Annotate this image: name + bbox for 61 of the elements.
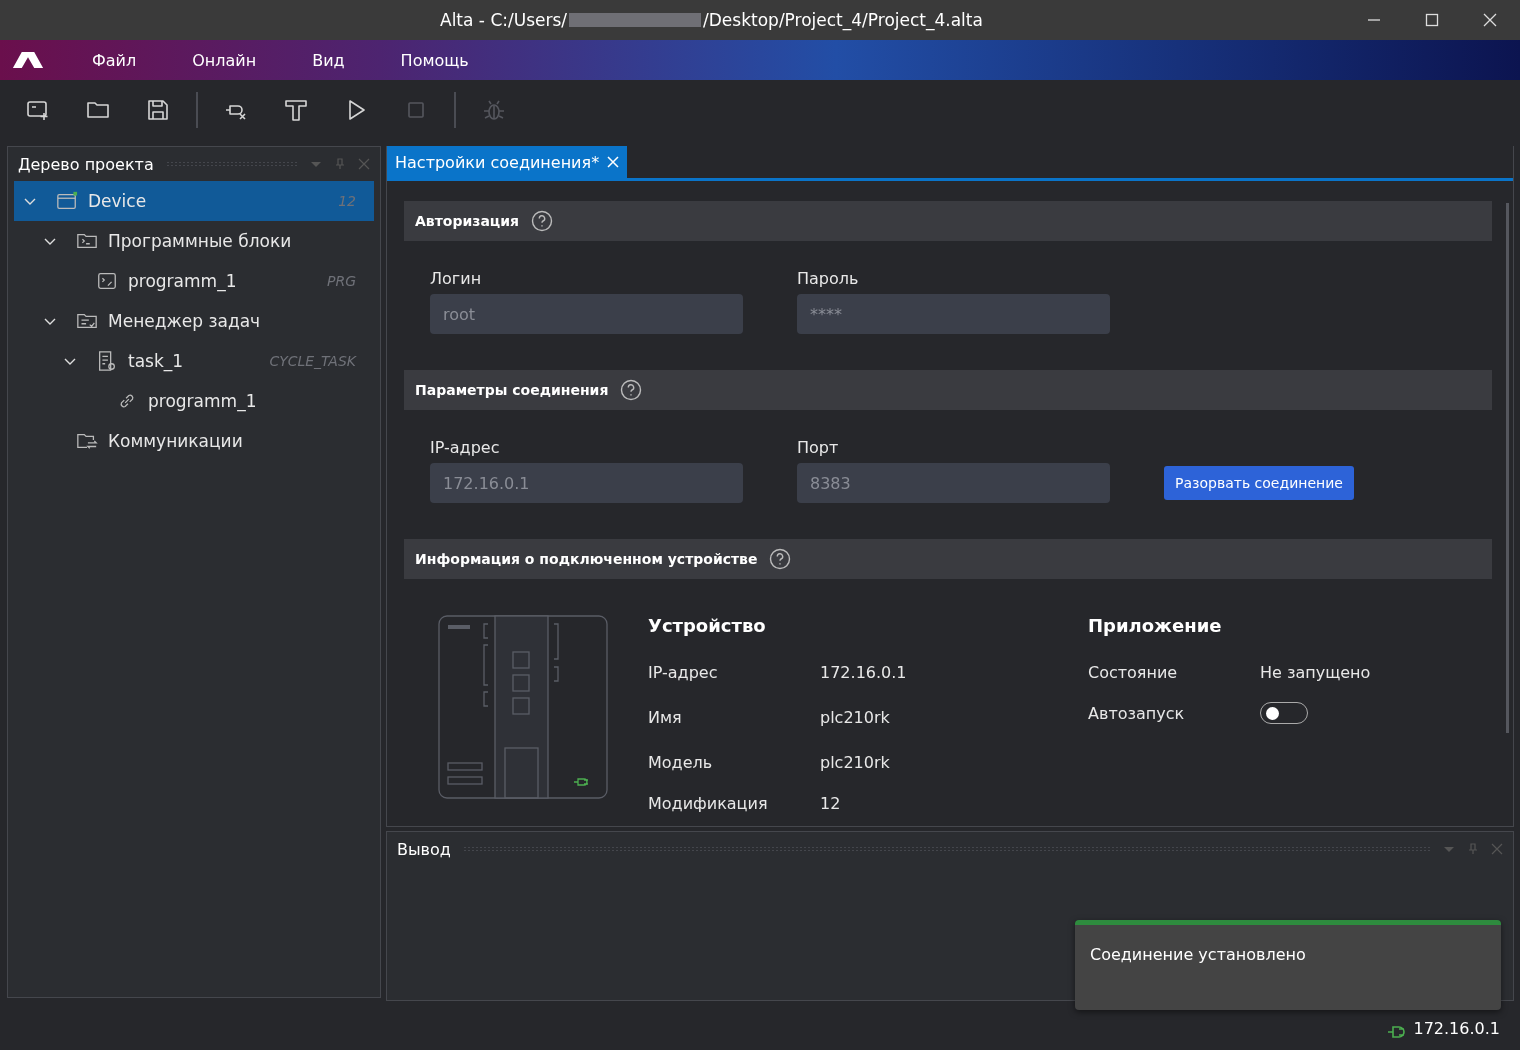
tree-item[interactable]: programm_1 PRG [14,261,374,301]
tree-item-label: Коммуникации [108,431,244,451]
info-heading: Устройство [648,615,767,636]
info-heading: Приложение [1088,615,1223,636]
tree-item-tag: PRG [326,273,356,289]
section-title: Авторизация [415,213,519,229]
tree-item-tag: CYCLE_TASK [269,353,356,369]
code-file-icon [96,270,118,292]
help-icon[interactable] [531,210,553,232]
field-label: Логин [430,269,483,288]
tree-item[interactable]: Менеджер задач [14,301,374,341]
info-label: Модель [648,753,714,772]
tree-item[interactable]: programm_1 [14,381,374,421]
tree-item-label: Менеджер задач [108,311,262,331]
section-title: Параметры соединения [415,382,609,398]
device-icon [56,190,78,212]
tree-item-label: task_1 [128,351,185,371]
new-file-icon[interactable] [26,98,50,122]
scrollbar[interactable] [1506,203,1509,733]
info-value: Не запущено [1260,663,1371,682]
help-icon[interactable] [620,379,643,401]
logo-icon [12,52,44,68]
tree-item-label: programm_1 [148,391,258,411]
editor-tab[interactable]: Настройки соединения* [387,146,628,178]
info-label: Имя [648,708,683,727]
info-value: plc210rk [820,753,890,772]
menu-item[interactable]: Помощь [400,50,469,70]
maximize-icon[interactable] [1424,12,1440,28]
status-address: 172.16.0.1 [1413,1019,1500,1038]
task-file-icon [96,350,118,372]
panel-title: Дерево проекта [18,154,154,174]
section-title: Информация о подключенном устройстве [415,551,758,567]
tree-item-label: Device [88,191,148,211]
field-label: Порт [797,438,840,457]
info-label: Состояние [1088,663,1179,682]
panel-title: Вывод [397,839,451,859]
window-title: Alta - C:/Users/ [440,10,568,30]
tree-item[interactable]: Программные блоки [14,221,374,261]
info-label: Модификация [648,793,769,813]
info-label: Автозапуск [1088,703,1186,723]
plug-icon [1387,1026,1406,1038]
save-icon[interactable] [146,98,170,122]
notification-text: Соединение установлено [1090,945,1306,964]
field-label: Пароль [797,269,860,288]
window-title: /Desktop/Project_4/Project_4.alta [703,10,983,30]
tree-item-label: Программные блоки [108,231,293,251]
tree-item[interactable]: task_1 CYCLE_TASK [14,341,374,381]
info-label: IP-адрес [648,663,719,682]
help-icon[interactable] [769,548,792,570]
info-value: 172.16.0.1 [820,663,907,682]
menu-item[interactable]: Вид [312,50,345,70]
tree-item-label: programm_1 [128,271,238,291]
field-label: IP-адрес [430,438,501,457]
menu-item[interactable]: Онлайн [192,50,257,70]
tree-item[interactable]: Device 12 [14,181,374,221]
info-value: plc210rk [820,708,890,727]
menu-item[interactable]: Файл [92,50,137,70]
tree-item-tag: 12 [338,193,356,209]
tree-item[interactable]: Коммуникации [14,421,374,461]
disconnect-button[interactable]: Разорвать соединение [1164,466,1354,500]
info-value: 12 [820,793,841,813]
